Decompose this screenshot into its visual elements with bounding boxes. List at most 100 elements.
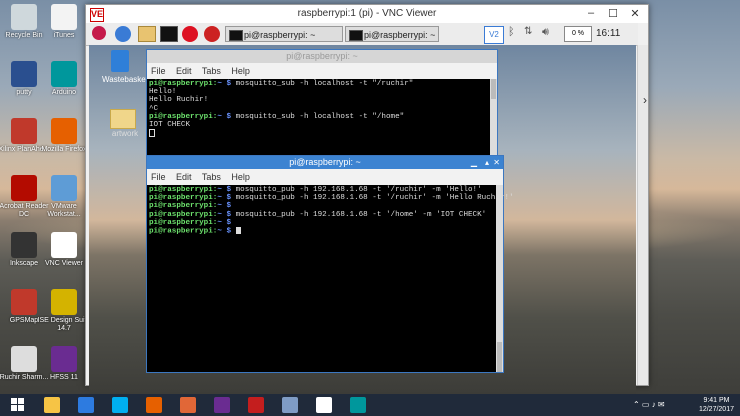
matlab-icon[interactable] bbox=[180, 397, 196, 413]
file-manager-icon[interactable] bbox=[138, 26, 156, 42]
command-text: mosquitto_pub -h 192.168.1.68 -t '/ruchi… bbox=[231, 186, 482, 194]
bluetooth-icon[interactable]: ᛒ bbox=[508, 26, 516, 40]
vnc-viewer-window[interactable]: VE raspberrypi:1 (pi) - VNC Viewer – ☐ ✕… bbox=[85, 4, 649, 395]
wolfram-icon[interactable] bbox=[204, 26, 220, 42]
text-cursor bbox=[149, 129, 155, 138]
close-button[interactable]: ✕ bbox=[493, 156, 500, 169]
output-text: IOT CHECK bbox=[149, 121, 191, 130]
web-browser-icon[interactable] bbox=[115, 26, 131, 42]
wastebasket-icon[interactable] bbox=[111, 50, 129, 72]
prompt-user-host: pi@raspberrypi: bbox=[149, 80, 218, 88]
menu-tabs[interactable]: Tabs bbox=[202, 66, 221, 76]
task-terminal-1[interactable]: pi@raspberrypi: ~ bbox=[225, 26, 343, 42]
terminal-scrollbar[interactable] bbox=[496, 185, 503, 372]
output-text: Hello! bbox=[149, 88, 177, 97]
network-icon[interactable] bbox=[282, 397, 298, 413]
prompt-path: ~ $ bbox=[217, 186, 232, 194]
pi-panel: pi@raspberrypi: ~ pi@raspberrypi: ~ V2 ᛒ… bbox=[86, 23, 638, 46]
hfss-icon[interactable] bbox=[214, 397, 230, 413]
terminal-icon bbox=[229, 30, 243, 41]
windows-desktop: Recycle Bin iTunes putty Arduino Xilinx Plan… bbox=[0, 0, 740, 395]
clock-date: 12/27/2017 bbox=[698, 406, 734, 413]
terminal-line: pi@raspberrypi:~ $ bbox=[149, 227, 501, 236]
terminal-line: pi@raspberrypi:~ $ mosquitto_sub -h loca… bbox=[149, 80, 495, 88]
folder-icon[interactable] bbox=[110, 109, 136, 129]
output-text: Hello Ruchir! bbox=[149, 96, 209, 105]
terminal-line: Hello! bbox=[149, 88, 495, 96]
prompt-user-host: pi@raspberrypi: bbox=[149, 186, 218, 194]
app-icon bbox=[51, 118, 77, 144]
prompt-user-host: pi@raspberrypi: bbox=[149, 218, 218, 227]
app-icon bbox=[51, 289, 77, 315]
prompt-user-host: pi@raspberrypi: bbox=[149, 202, 218, 211]
raspberry-menu-icon[interactable] bbox=[92, 26, 106, 40]
app-icon bbox=[51, 346, 77, 372]
mathematica-icon[interactable] bbox=[182, 26, 198, 42]
terminal-menu-bar: File Edit Tabs Help bbox=[147, 63, 497, 79]
menu-file[interactable]: File bbox=[151, 172, 166, 182]
tray-icons[interactable]: ⌃ ▭ ♪ ✉ bbox=[633, 400, 665, 409]
maximize-button[interactable]: ▴ bbox=[485, 156, 489, 169]
vnc-title-bar[interactable]: VE raspberrypi:1 (pi) - VNC Viewer – ☐ ✕ bbox=[86, 5, 648, 23]
terminal-line: pi@raspberrypi:~ $ mosquitto_pub -h 192.… bbox=[149, 211, 501, 219]
terminal-line: IOT CHECK bbox=[149, 121, 495, 129]
app-icon bbox=[51, 4, 77, 30]
windows-taskbar: ⌃ ▭ ♪ ✉ 9:41 PM 12/27/2017 bbox=[0, 394, 740, 416]
arduino-icon[interactable] bbox=[350, 397, 366, 413]
prompt-path: ~ $ bbox=[217, 80, 232, 88]
minimize-button[interactable]: ▁ bbox=[471, 156, 477, 169]
remote-screen[interactable]: pi@raspberrypi: ~ pi@raspberrypi: ~ V2 ᛒ… bbox=[86, 23, 648, 395]
terminal-output[interactable]: pi@raspberrypi:~ $ mosquitto_pub -h 192.… bbox=[147, 185, 514, 237]
terminal-menu-bar: File Edit Tabs Help bbox=[147, 169, 503, 185]
chevron-right-icon[interactable]: › bbox=[643, 93, 647, 107]
prompt-user-host: pi@raspberrypi: bbox=[149, 112, 218, 121]
terminal-line: pi@raspberrypi:~ $ mosquitto_sub -h loca… bbox=[149, 113, 495, 121]
menu-edit[interactable]: Edit bbox=[176, 172, 192, 182]
maximize-button[interactable]: ☐ bbox=[602, 7, 624, 20]
wifi-icon[interactable]: ⇅ bbox=[524, 26, 536, 40]
flash-icon[interactable] bbox=[248, 397, 264, 413]
menu-help[interactable]: Help bbox=[231, 172, 250, 182]
command-text: mosquitto_pub -h 192.168.1.68 -t '/home'… bbox=[231, 210, 487, 219]
terminal-publisher-window[interactable]: pi@raspberrypi: ~ ▁ ▴ ✕ File Edit Tabs H… bbox=[146, 155, 514, 373]
firefox-icon[interactable] bbox=[146, 397, 162, 413]
prompt-user-host: pi@raspberrypi: bbox=[149, 194, 218, 203]
prompt-path: ~ $ bbox=[217, 227, 232, 236]
explorer-icon[interactable] bbox=[44, 397, 60, 413]
terminal-output[interactable]: pi@raspberrypi:~ $ mosquitto_sub -h loca… bbox=[147, 79, 497, 139]
command-text: mosquitto_sub -h localhost -t "/home" bbox=[231, 112, 405, 121]
clock-time: 9:41 PM bbox=[703, 397, 730, 404]
terminal-line: ^C bbox=[149, 105, 495, 113]
skype-icon[interactable] bbox=[112, 397, 128, 413]
cpu-usage-meter: 0 % bbox=[564, 26, 592, 42]
start-icon[interactable] bbox=[10, 397, 28, 415]
volume-icon[interactable]: 🔊︎ bbox=[542, 26, 556, 40]
terminal-icon[interactable] bbox=[160, 26, 178, 42]
terminal-line: pi@raspberrypi:~ $ bbox=[149, 219, 501, 227]
menu-file[interactable]: File bbox=[151, 66, 166, 76]
task-terminal-2[interactable]: pi@raspberrypi: ~ bbox=[345, 26, 439, 42]
prompt-path: ~ $ bbox=[217, 202, 232, 211]
vnc-window-title: raspberrypi:1 (pi) - VNC Viewer bbox=[297, 8, 437, 19]
output-text: ^C bbox=[149, 104, 159, 113]
defender-icon[interactable] bbox=[78, 397, 94, 413]
menu-help[interactable]: Help bbox=[231, 66, 250, 76]
menu-edit[interactable]: Edit bbox=[176, 66, 192, 76]
terminal-icon bbox=[349, 30, 363, 41]
minimize-button[interactable]: – bbox=[580, 7, 602, 19]
vnc-server-icon[interactable]: V2 bbox=[484, 26, 504, 44]
prompt-path: ~ $ bbox=[217, 210, 232, 219]
system-clock[interactable]: 9:41 PM 12/27/2017 bbox=[699, 396, 734, 414]
close-button[interactable]: ✕ bbox=[624, 7, 646, 20]
terminal-line: pi@raspberrypi:~ $ bbox=[149, 202, 501, 210]
app-icon bbox=[51, 61, 77, 87]
menu-tabs[interactable]: Tabs bbox=[202, 172, 221, 182]
vnc-icon[interactable] bbox=[316, 397, 332, 413]
terminal-title-bar[interactable]: pi@raspberrypi: ~ bbox=[147, 50, 497, 63]
terminal-title-bar[interactable]: pi@raspberrypi: ~ ▁ ▴ ✕ bbox=[147, 156, 503, 169]
app-icon bbox=[51, 175, 77, 201]
text-cursor bbox=[235, 227, 241, 235]
prompt-path: ~ $ bbox=[217, 112, 232, 121]
command-text: mosquitto_pub -h 192.168.1.68 -t '/ruchi… bbox=[231, 194, 514, 203]
command-text: mosquitto_sub -h localhost -t "/ruchir" bbox=[231, 80, 414, 88]
